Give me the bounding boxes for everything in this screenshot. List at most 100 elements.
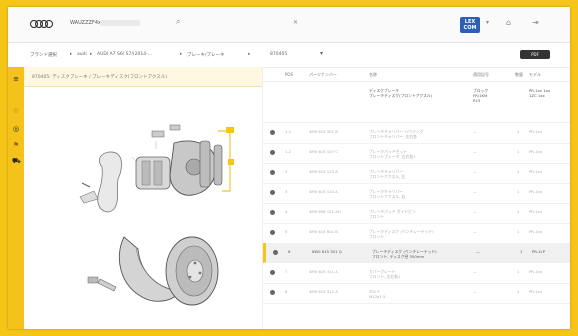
chevron-down-icon[interactable]: ▾ [320,50,323,57]
table-row[interactable]: 7 4M0 615 311 A カバープレート フロント, 左右各1 — 1 PR-1xx [263,263,570,284]
cell-name: ブレーキキャリパー フロントアクスル, 右 [369,189,406,199]
table-row[interactable]: 5 4M0 615 601 B ブレーキディスク (ベンチレーテッド) フロント — 1… [263,223,570,244]
breadcrumb: ブランド選択 ▸ audi ▸ AUDI A7 S6/ S7/(2014-...… [8,43,570,68]
cell-pos: 3 [285,189,288,194]
breadcrumb-item-make[interactable]: audi [77,52,87,57]
cell-model: PR-1xx [529,149,543,154]
cell-pos: 1-1 [285,129,292,134]
cell-name: ブレーキキャリパー ハウジング フロントキャリパー, 左右各 [369,129,424,139]
info-icon[interactable] [270,230,275,235]
cell-pos: 7 [285,269,288,274]
cell-qty: 1 [517,189,520,194]
cell-model: PR-1xx [529,209,543,214]
breadcrumb-item-model[interactable]: AUDI A7 S6/ S7/(2014-... [97,52,152,57]
column-header-qty[interactable]: 数量 [515,72,523,78]
cell-qty: 1 [517,169,520,174]
cart-icon[interactable]: ⛟ [12,157,21,165]
cell-name: ブレーキディスク (ベンチレーテッド) フロント [369,229,434,239]
chevron-down-icon[interactable]: ▾ [486,19,489,27]
info-icon[interactable] [270,290,275,295]
cell-part-number: 4M0 615 301 B [309,129,338,134]
column-header-name[interactable]: 名称 [369,72,377,78]
cell-part-number: 4M0 615 107 C [309,149,338,154]
cell-pos: 8 [285,289,288,294]
cell-model: PR-1xx [529,129,543,134]
logout-icon[interactable]: ⇥ [532,19,539,27]
breadcrumb-item-code[interactable]: 870405 [270,52,287,57]
diagram-title: 870405: ディスクブレーキ / ブレーキディスク(フロントアクスル) [32,75,168,80]
info-icon[interactable] [270,190,275,195]
cell-code: — [473,149,477,154]
cell-name: ブレーキパッドセット フロントブレーキ, 左右各1 [369,149,416,159]
column-header-pos[interactable]: POS [285,72,293,77]
menu-icon[interactable]: ≡ [12,75,20,83]
cell-code: — [476,249,480,254]
audi-logo [30,20,53,28]
breadcrumb-item-group[interactable]: ブレーキ/ブレーキ [187,52,225,58]
cell-code: — [473,289,477,294]
lexcom-badge[interactable]: LEX COM [460,17,480,33]
table-row[interactable]: 8 4M0 615 312 A ボルト M12x1.5 — 1 PR-1xx [263,283,570,304]
table-header: POS パーツナンバー 名称 適用記号 数量 モデル [263,67,570,82]
table-row[interactable]: 2 4M0 615 123 A ブレーキキャリパー フロントアクスル, 左 — 1 PR-… [263,163,570,184]
bookmark-icon[interactable]: ⚑ [12,141,20,149]
cell-code: — [473,189,477,194]
exploded-diagram[interactable] [24,87,262,329]
cell-name: ブレーキディスク (ベンチレーテッド) フロント, ディスク径 350mm [372,249,437,259]
cell-qty: 1 [517,269,520,274]
cell-model: PR-1LP [532,249,545,254]
cell-qty: 1 [517,149,520,154]
cell-part-number: 4M0 615 311 A [309,269,338,274]
top-bar: WAUZZZF4xxx ⌕ ✕ LEX COM ▾ ⌂ ⇥ [8,7,570,43]
table-row[interactable]: 6 8W0 615 301 Q ブレーキディスク (ベンチレーテッド) フロント, … [263,243,570,263]
cell-code: — [473,129,477,134]
cell-pos: 6 [288,249,291,254]
table-row-group[interactable]: ディスクブレーキ ブレーキディスク(フロントアクスル) ブロック FR/1KM … [263,82,570,123]
cell-qty: 1 [517,209,520,214]
globe-icon[interactable]: ◎ [12,125,20,133]
column-header-model[interactable]: モデル [529,72,541,78]
star-icon[interactable]: ☆ [12,107,20,115]
column-header-part-number[interactable]: パーツナンバー [309,72,337,78]
cell-part-number: 8W0 615 301 Q [312,249,342,254]
cell-model: PR-1xx [529,229,543,234]
cell-code: — [473,269,477,274]
cell-model: PR-1xx [529,189,543,194]
info-icon[interactable] [273,250,278,255]
cell-code: — [473,229,477,234]
cell-name: カバープレート フロント, 左右各1 [369,269,401,279]
info-icon[interactable] [270,210,275,215]
cell-name: ボルト M12x1.5 [369,289,386,299]
breadcrumb-separator: ▸ [180,52,183,57]
vin-field[interactable] [100,20,140,26]
group-name: ディスクブレーキ ブレーキディスク(フロントアクスル) [369,88,433,98]
cell-code: — [473,169,477,174]
cell-model: PR-1xx [529,269,543,274]
brake-assembly-illustration [79,124,234,306]
cell-qty: 1 [517,229,520,234]
cell-part-number: 4M0 698 151 AH [309,209,341,214]
table-row[interactable]: 3 4M0 615 124 A ブレーキキャリパー フロントアクスル, 右 — 1 PR-… [263,183,570,204]
breadcrumb-separator: ▸ [90,52,93,57]
info-icon[interactable] [270,170,275,175]
table-row[interactable]: 1-1 4M0 615 301 B ブレーキキャリパー ハウジング フロントキャリパ… [263,123,570,144]
app-window: WAUZZZF4xxx ⌕ ✕ LEX COM ▾ ⌂ ⇥ ブランド選択 ▸ a… [8,7,570,329]
clear-icon[interactable]: ✕ [293,19,298,27]
table-row[interactable]: 4 4M0 698 151 AH ブレーキパッド ガイドピン フロント — 1 PR-1x… [263,203,570,224]
cell-qty: 1 [517,129,520,134]
cell-model: PR-1xx [529,289,543,294]
breadcrumb-item-brand[interactable]: ブランド選択 [30,52,57,58]
column-header-code[interactable]: 適用記号 [473,72,489,78]
search-icon[interactable]: ⌕ [176,18,180,26]
info-icon[interactable] [270,150,275,155]
pdf-button[interactable]: PDF [520,50,550,59]
cell-code: — [473,209,477,214]
info-icon[interactable] [270,270,275,275]
table-row[interactable]: 1-2 4M0 615 107 C ブレーキパッドセット フロントブレーキ, 左右各… [263,143,570,164]
cell-part-number: 4M0 615 124 A [309,189,338,194]
cell-qty: 1 [517,289,520,294]
home-icon[interactable]: ⌂ [506,19,511,27]
breadcrumb-separator: ▸ [70,52,73,57]
cell-model: PR-1xx [529,169,543,174]
info-icon[interactable] [270,130,275,135]
